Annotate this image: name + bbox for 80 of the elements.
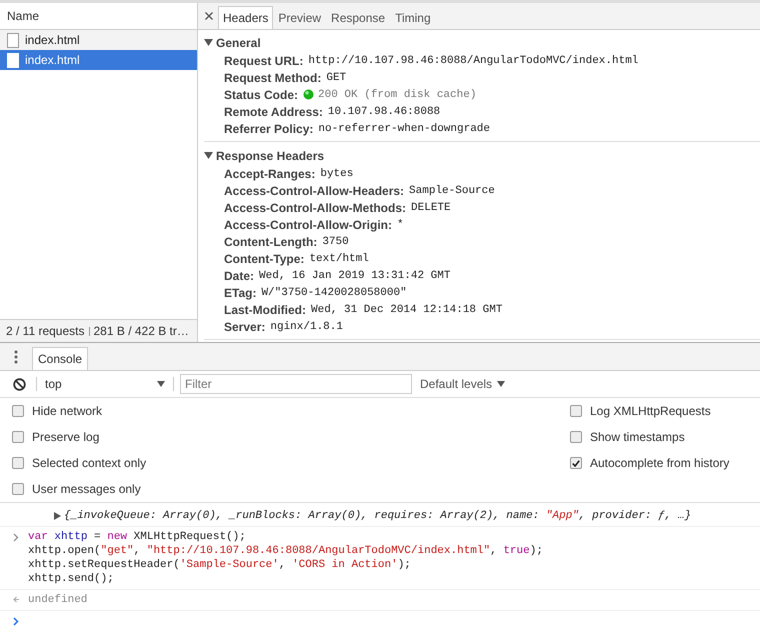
header-name: ETag: xyxy=(224,286,256,300)
header-value: http://10.107.98.46:8088/AngularTodoMVC/index.html xyxy=(308,54,638,66)
object-preview: {_invokeQueue: Array(0), _runBlocks: Array(0), requires: Array(2), name: "App", provider: ƒ, …} xyxy=(64,509,692,523)
header-value: 3750 xyxy=(322,236,349,248)
header-name: Access-Control-Allow-Origin: xyxy=(224,218,392,232)
header-value: Sample-Source xyxy=(409,184,495,196)
checkbox-label[interactable]: Preserve log xyxy=(32,430,100,444)
checkbox-label[interactable]: Log XMLHttpRequests xyxy=(590,404,711,418)
tab[interactable]: Console xyxy=(32,347,88,370)
dropdown-caret-icon xyxy=(157,381,165,387)
request-row[interactable]: index.html xyxy=(0,30,197,50)
prompt-chevron-icon xyxy=(13,617,19,626)
levels-dropdown[interactable]: Default levels xyxy=(420,377,506,391)
request-row[interactable]: index.html xyxy=(0,50,197,70)
file-name: index.html xyxy=(25,53,80,67)
header-value: Wed, 31 Dec 2014 12:14:18 GMT xyxy=(311,304,502,316)
header-name: Request Method: xyxy=(224,70,322,84)
close-icon xyxy=(205,12,213,20)
filter-field[interactable]: Filter xyxy=(180,374,412,394)
section-title[interactable]: General xyxy=(216,36,261,50)
header-name: Accept-Ranges: xyxy=(224,166,316,180)
header-name: Request URL: xyxy=(224,54,304,68)
header-name: Status Code: xyxy=(224,88,298,102)
file-icon xyxy=(7,52,19,68)
result-text: undefined xyxy=(28,593,88,607)
tab[interactable]: Preview xyxy=(273,6,326,29)
header-value: bytes xyxy=(320,168,354,180)
checkbox[interactable] xyxy=(570,431,582,443)
dropdown-caret-icon xyxy=(497,381,506,387)
header-value: no-referrer-when-downgrade xyxy=(318,122,490,134)
clear-icon[interactable] xyxy=(13,378,26,390)
result-arrow-icon xyxy=(12,596,20,603)
checkbox[interactable] xyxy=(570,405,582,417)
header-name: Content-Length: xyxy=(224,234,318,248)
header-name: Date: xyxy=(224,268,254,282)
more-options-icon xyxy=(14,350,18,364)
code-line: var xhttp = new XMLHttpRequest(); xyxy=(28,530,247,544)
header-value: 200 OK (from disk cache) xyxy=(318,88,476,100)
checkbox-label[interactable]: User messages only xyxy=(32,482,141,496)
checkbox-label[interactable]: Selected context only xyxy=(32,456,146,470)
checkbox[interactable] xyxy=(12,405,24,417)
checkbox-label[interactable]: Autocomplete from history xyxy=(590,456,730,470)
status-dot-icon xyxy=(303,89,314,100)
tab[interactable]: Headers xyxy=(218,6,274,29)
checkbox[interactable] xyxy=(12,431,24,443)
header-value: GET xyxy=(326,72,346,84)
code-line: xhttp.setRequestHeader('Sample-Source', 'CORS in Action'); xyxy=(28,558,412,572)
tab[interactable]: Timing xyxy=(390,6,436,29)
separator-icon xyxy=(88,326,90,336)
header-value: text/html xyxy=(309,252,369,264)
file-icon xyxy=(7,32,19,48)
checkbox[interactable] xyxy=(12,483,24,495)
checkmark-icon xyxy=(572,460,580,466)
header-name: Content-Type: xyxy=(224,252,304,266)
expand-triangle-icon xyxy=(54,512,60,520)
checkbox-label[interactable]: Hide network xyxy=(32,404,102,418)
header-value: 10.107.98.46:8088 xyxy=(328,106,440,118)
tab[interactable]: Response xyxy=(326,6,390,29)
header-value: nginx/1.8.1 xyxy=(270,320,343,332)
header-name: Remote Address: xyxy=(224,104,323,118)
checkbox[interactable] xyxy=(12,457,24,469)
context-dropdown[interactable]: top xyxy=(36,377,174,391)
file-name: index.html xyxy=(25,33,80,47)
header-value: W/"3750-1420028058000" xyxy=(261,286,407,298)
header-name: Referrer Policy: xyxy=(224,122,314,136)
checkbox-label[interactable]: Show timestamps xyxy=(590,430,685,444)
header-name: Last-Modified: xyxy=(224,302,306,316)
header-name: Access-Control-Allow-Methods: xyxy=(224,200,406,214)
section-title[interactable]: Response Headers xyxy=(216,148,324,162)
transfer-size: 281 B / 422 B tr… xyxy=(94,323,189,340)
checkbox[interactable] xyxy=(570,457,582,469)
header-value: DELETE xyxy=(411,202,451,214)
header-value: Wed, 16 Jan 2019 13:31:42 GMT xyxy=(259,270,450,282)
header-value: * xyxy=(397,218,404,230)
header-name: Access-Control-Allow-Headers: xyxy=(224,184,404,198)
code-line: xhttp.open("get", "http://10.107.98.46:8088/AngularTodoMVC/index.html", true); xyxy=(28,544,543,558)
input-chevron-icon xyxy=(13,533,19,542)
request-count: 2 / 11 requests xyxy=(6,323,84,340)
code-line: xhttp.send(); xyxy=(28,572,115,586)
header-name: Server: xyxy=(224,320,266,334)
